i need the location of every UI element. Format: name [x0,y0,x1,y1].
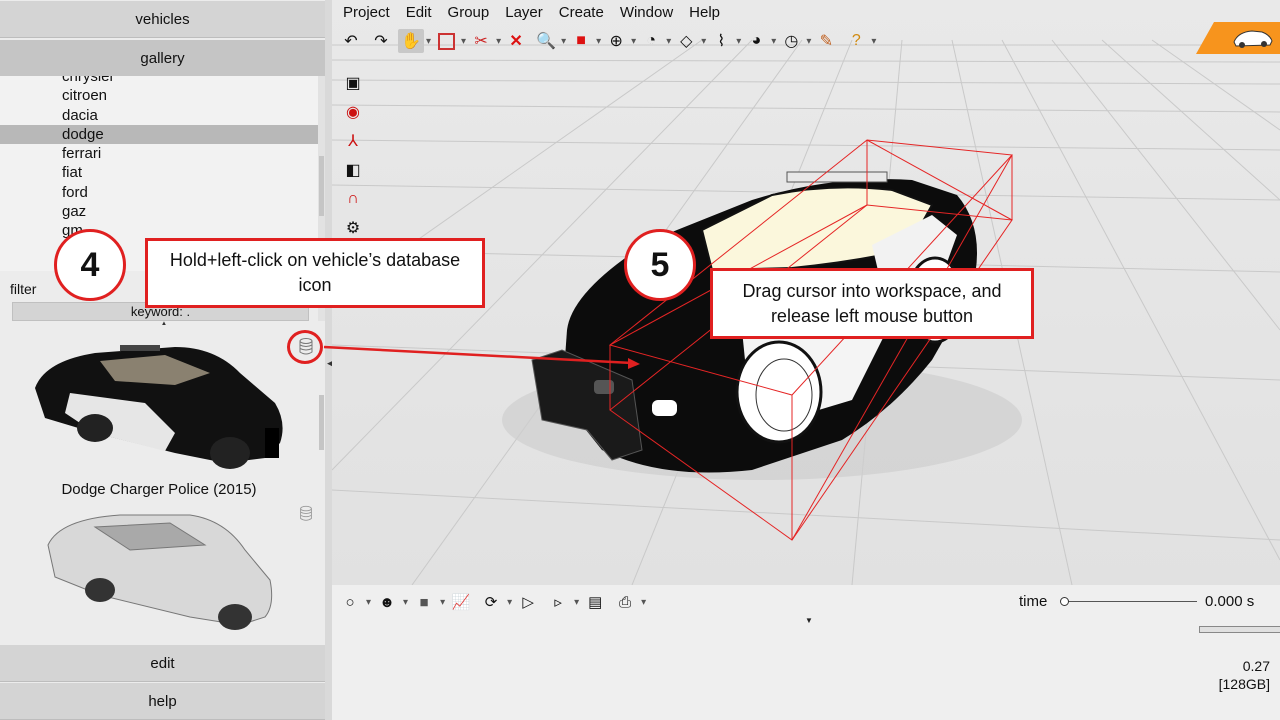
make-list-scroll-thumb[interactable] [319,156,324,216]
help-button[interactable]: help [0,683,325,720]
magnet-icon[interactable]: ∩ [338,184,368,213]
cube-icon[interactable]: ■ [568,29,594,53]
crosshair-icon[interactable]: ⊕ [603,29,629,53]
version-info: 0.27 [128GB] [1200,657,1270,693]
step-4-callout: Hold+left-click on vehicle’s database ic… [145,238,485,308]
gauge-icon[interactable]: ◔ [638,29,664,53]
color-swatch-icon[interactable]: ■ [412,591,436,613]
graph-icon[interactable]: 📈 [449,591,473,613]
time-slider[interactable] [1064,601,1197,602]
redo-icon[interactable]: ↷ [368,29,394,53]
menu-edit[interactable]: Edit [406,4,440,24]
play-icon[interactable]: ▷ [516,591,540,613]
camera-icon[interactable]: ▣ [338,68,368,97]
split-view-icon[interactable]: ◧ [338,155,368,184]
vehicles-button[interactable]: vehicles [0,1,325,38]
bottom-toolbar: ○ ▾ ☻ ▾ ■ ▾ 📈 ⟳ ▾ ▷ ▹ ▾ ▤ ⎙ ▾ [338,590,646,614]
driver-head-icon[interactable]: ☻ [375,591,399,613]
version-number: 0.27 [1242,658,1270,674]
step-icon[interactable]: ▹ [546,591,570,613]
gallery-scroll-thumb[interactable] [319,395,324,450]
make-item-ferrari[interactable]: ferrari [0,144,318,163]
make-item-dacia[interactable]: dacia [0,106,318,125]
time-value: 0.000 s [1205,593,1255,610]
make-item-dodge[interactable]: dodge [0,124,318,145]
time-slider-knob[interactable] [1060,597,1069,606]
menu-bar: Project Edit Group Layer Create Window H… [343,4,736,24]
make-item-ford[interactable]: ford [0,183,318,202]
make-item-chrysler[interactable]: chrysler [0,76,318,86]
undo-icon[interactable]: ↶ [338,29,364,53]
step-4-marker: 4 [54,229,126,301]
police-car-thumbnail[interactable] [25,333,295,478]
menu-create[interactable]: Create [559,4,612,24]
hand-icon[interactable]: ✋ [398,29,424,53]
print-icon[interactable]: ⎙ [613,591,637,613]
pencil-icon[interactable]: ✎ [813,29,839,53]
memory-label: [128GB] [1218,676,1270,692]
left-panel: vehicles gallery chrysler citroen dacia … [0,0,325,720]
gallery-caption: Dodge Charger Police (2015) [61,481,257,498]
axes-icon[interactable]: ⅄ [338,126,368,155]
progress-bar [1199,626,1280,633]
side-toolbar: ▣ ◉ ⅄ ◧ ∩ ⚙ [338,68,368,242]
make-item-citroen[interactable]: citroen [0,86,318,105]
silver-car-thumbnail[interactable] [40,505,280,635]
menu-group[interactable]: Group [448,4,498,24]
menu-window[interactable]: Window [620,4,681,24]
gallery-button[interactable]: gallery [0,40,325,77]
main-toolbar: ↶ ↷ ✋ ▾ ▾ ✂ ▾ ✕ 🔍 ▾ ■ ▾ ⊕ ▾ ◔ ▾ ◇ ▾ ⌇ ▾ ◕ ▾ ◷ ▾ ✎ … [338,28,876,54]
make-item-fiat[interactable]: fiat [0,163,318,182]
circle-icon[interactable]: ○ [338,591,362,613]
meter-icon[interactable]: ◕ [743,29,769,53]
cut-icon[interactable]: ✂ [468,29,494,53]
select-rect-icon[interactable] [433,29,459,53]
database-icon[interactable] [298,505,314,523]
help-icon[interactable]: ? [843,29,869,53]
step-5-marker: 5 [624,229,696,301]
vehicle-gallery: Dodge Charger Police (2015) [0,325,318,643]
expand-down-icon[interactable]: ▼ [805,616,813,625]
database-icon-highlight [287,330,323,364]
menu-project[interactable]: Project [343,4,398,24]
menu-layer[interactable]: Layer [505,4,551,24]
make-item-gaz[interactable]: gaz [0,202,318,221]
step-5-callout: Drag cursor into workspace, and release … [710,268,1034,339]
filter-label: filter [10,281,37,297]
clock-icon[interactable]: ◷ [778,29,804,53]
trajectory-icon[interactable]: ⟳ [479,591,503,613]
report-icon[interactable]: ▤ [583,591,607,613]
tilt-icon[interactable]: ◇ [673,29,699,53]
target-icon[interactable]: ◉ [338,97,368,126]
menu-help[interactable]: Help [689,4,728,24]
zoom-icon[interactable]: 🔍 [533,29,559,53]
time-label: time [1019,593,1048,610]
app-logo-icon [1196,22,1280,54]
delete-icon[interactable]: ✕ [503,29,529,53]
edit-button[interactable]: edit [0,645,325,682]
spring-icon[interactable]: ⌇ [708,29,734,53]
